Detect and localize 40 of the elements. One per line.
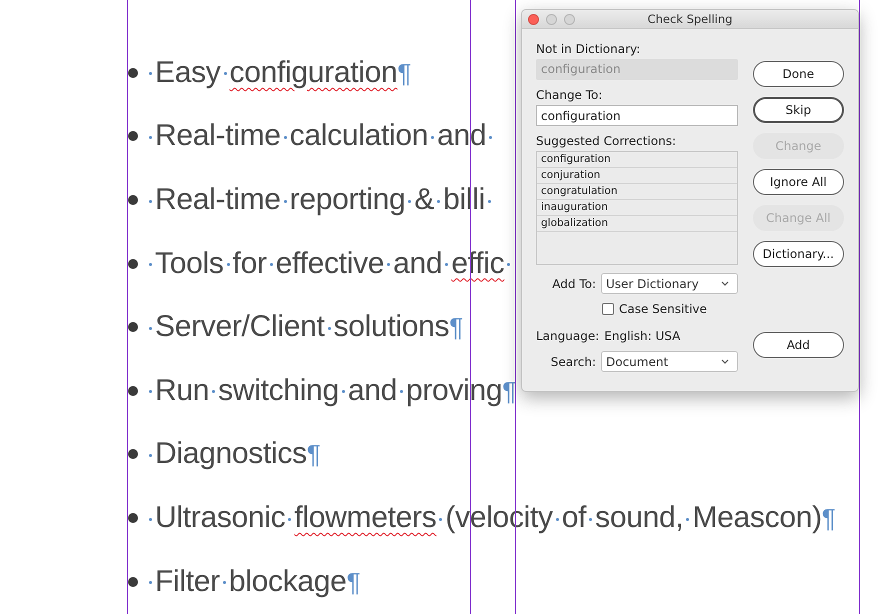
not-in-dictionary-field: configuration [536, 59, 738, 80]
search-select[interactable]: Document [601, 351, 738, 372]
suggestion-item[interactable]: conjuration [537, 168, 737, 184]
field-label: Language: [536, 329, 600, 343]
checkbox-label: Case Sensitive [619, 302, 707, 316]
field-label: Suggested Corrections: [536, 134, 677, 148]
bullet-icon [128, 322, 138, 332]
bullet-icon [128, 386, 138, 396]
bullet-icon [128, 68, 138, 78]
bullet-icon [128, 258, 138, 269]
field-label: Change To: [536, 88, 604, 102]
bullet-icon [128, 576, 138, 587]
list-item-text: Filter blockage¶ [146, 564, 360, 599]
list-item-text: Easy configuration¶ [146, 56, 412, 90]
add-to-select[interactable]: User Dictionary [601, 273, 738, 294]
window-title: Check Spelling [646, 12, 734, 26]
bullet-icon [128, 131, 138, 142]
bullet-icon [128, 449, 138, 460]
change-to-field[interactable]: configuration [536, 105, 738, 126]
suggestion-item[interactable]: inauguration [537, 200, 737, 216]
dialog-button[interactable]: Add [752, 332, 844, 358]
dialog-button[interactable]: Ignore All [752, 169, 844, 195]
close-button[interactable] [528, 14, 539, 24]
list-item-text: Server/Client solutions¶ [146, 310, 463, 344]
dialog-button[interactable]: Skip [752, 97, 844, 123]
suggestion-item[interactable]: globalization [537, 216, 737, 232]
bullet-icon [128, 512, 138, 523]
case-sensitive-checkbox[interactable] [602, 303, 614, 315]
chevron-down-icon [720, 359, 729, 364]
dialog-button[interactable]: Dictionary... [752, 241, 844, 267]
dialog-button[interactable]: Done [752, 61, 844, 87]
bullet-icon [128, 194, 138, 205]
field-label: Search: [550, 354, 596, 368]
field-label: Add To: [551, 276, 596, 290]
chevron-down-icon [720, 281, 729, 286]
suggestion-item[interactable]: congratulation [537, 184, 737, 200]
language-value: English: USA [604, 329, 680, 343]
suggestion-item[interactable]: configuration [537, 152, 737, 168]
list-item-text: Diagnostics¶ [146, 437, 320, 472]
field-label: Not in Dictionary: [536, 42, 642, 56]
